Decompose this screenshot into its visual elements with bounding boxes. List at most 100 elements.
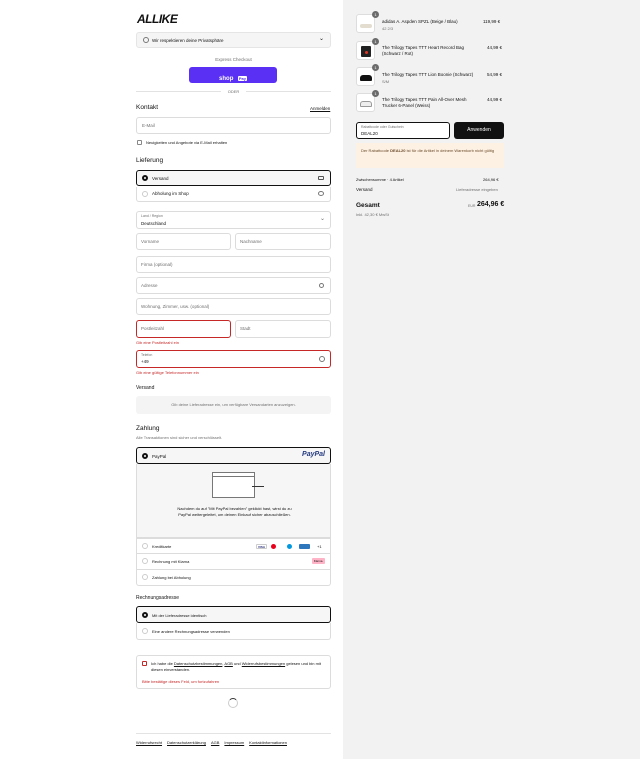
footer-link-privacy[interactable]: Datenschutzerklärung <box>167 740 206 745</box>
email-placeholder: E-Mail <box>142 123 155 128</box>
total-value: 264,96 € <box>477 201 505 208</box>
cards-more: +1 <box>317 544 322 549</box>
phone-label: Telefon <box>141 353 153 357</box>
address2-field[interactable]: Wohnung, Zimmer, usw. (optional) <box>136 298 331 315</box>
radio-selected[interactable] <box>142 612 148 618</box>
product-price: 119,99 € <box>483 19 501 24</box>
contact-title: Kontakt <box>136 104 159 111</box>
product-price: 44,99 € <box>487 97 503 102</box>
country-select[interactable]: Land / Region Deutschland ⌄ <box>136 211 331 229</box>
or-label: ODER <box>227 89 240 94</box>
payment-option-pickup[interactable]: Zahlung bei Abholung <box>136 570 331 586</box>
agb-link[interactable]: AGB <box>224 661 232 666</box>
city-field[interactable]: Stadt <box>235 320 331 338</box>
subtotal-value: 264,96 € <box>483 177 499 182</box>
divider <box>136 91 221 92</box>
terms-prefix: Ich habe die <box>151 661 174 666</box>
billing-option-other[interactable]: Eine andere Rechnungsadresse verwenden <box>136 623 331 640</box>
shipping-label: Versand <box>356 187 373 192</box>
product-name: adidas A. Aspden SPZL (Beige / Blau) <box>382 19 458 24</box>
footer-link-imprint[interactable]: Impressum <box>224 740 244 745</box>
klarna-label: Rechnung mit Klarna <box>152 559 190 564</box>
footer-link-agb[interactable]: AGB <box>211 740 219 745</box>
radio-unselected[interactable] <box>142 574 148 580</box>
first-name-field[interactable]: Vorname <box>136 233 231 250</box>
help-icon[interactable] <box>319 356 325 362</box>
email-field[interactable]: E-Mail <box>136 117 331 134</box>
quantity-badge: 1 <box>372 11 379 18</box>
delivery-option-shipping[interactable]: Versand <box>136 170 331 186</box>
amex-icon <box>299 544 310 549</box>
subtotal-label: Zwischensumme · 4 Artikel <box>356 177 404 182</box>
discount-field[interactable]: Rabattcode oder Gutschein DEAL20 <box>356 122 450 139</box>
withdrawal-link[interactable]: Widerrufsbestimmungen <box>242 661 285 666</box>
company-field[interactable]: Firma (optional) <box>136 256 331 273</box>
payment-option-card[interactable]: Kreditkarte VISA +1 <box>136 538 331 554</box>
discount-label: Rabattcode oder Gutschein <box>361 125 404 129</box>
billing-option-same[interactable]: Mit der Lieferadresse identisch <box>136 606 331 623</box>
radio-unselected[interactable] <box>142 628 148 634</box>
address2-placeholder: Wohnung, Zimmer, usw. (optional) <box>141 304 210 309</box>
billing-title: Rechnungsadresse <box>136 595 180 601</box>
payment-option-paypal[interactable]: PayPal PayPal <box>136 447 331 464</box>
quantity-badge: 1 <box>372 38 379 45</box>
last-name-field[interactable]: Nachname <box>235 233 331 250</box>
paypal-option-label: PayPal <box>152 454 167 459</box>
truck-icon <box>318 176 324 180</box>
klarna-icon: Klarna. <box>312 558 325 564</box>
shipping-value: Lieferadresse eingeben <box>456 187 498 192</box>
login-link[interactable]: Anmelden <box>310 106 330 111</box>
billing-other-label: Eine andere Rechnungsadresse verwenden <box>152 629 230 634</box>
delivery-option-pickup[interactable]: Abholung im Shop <box>136 187 331 202</box>
shop-pay-text: shop <box>219 76 234 82</box>
quantity-badge: 1 <box>372 90 379 97</box>
brand-logo[interactable]: ALLIKE <box>137 12 178 26</box>
maestro-icon <box>287 544 292 549</box>
payment-option-klarna[interactable]: Rechnung mit Klarna Klarna. <box>136 554 331 570</box>
radio-unselected[interactable] <box>142 543 148 549</box>
apply-discount-button[interactable]: Anwenden <box>454 122 504 139</box>
privacy-link[interactable]: Datenschutzbestimmungen <box>174 661 222 666</box>
privacy-banner[interactable]: Wir respektieren deine Privatsphäre ⌄ <box>136 32 331 48</box>
footer-link-withdrawal[interactable]: Widerrufsrecht <box>136 740 162 745</box>
radio-selected[interactable] <box>142 175 148 181</box>
radio-selected[interactable] <box>142 453 148 459</box>
express-checkout-label: Express Checkout <box>215 57 252 62</box>
terms-text: Ich habe die Datenschutzbestimmungen, AG… <box>151 661 327 673</box>
zip-field[interactable]: Postleitzahl <box>136 320 231 338</box>
newsletter-checkbox[interactable] <box>137 140 142 145</box>
payment-subtitle: Alle Transaktionen sind sicher und versc… <box>136 435 223 440</box>
total-label: Gesamt <box>356 202 380 209</box>
radio-unselected[interactable] <box>142 191 148 197</box>
delivery-title: Lieferung <box>136 157 164 164</box>
shop-pay-badge: Pay <box>237 76 247 81</box>
notice-suffix: ist für die Artikel in deinem Warenkorb … <box>405 148 495 153</box>
privacy-banner-text: Wir respektieren deine Privatsphäre <box>152 38 224 43</box>
shipping-method-info: Gib deine Lieferadresse ein, um verfügba… <box>136 396 331 414</box>
redirect-icon <box>212 472 264 498</box>
product-price: 54,99 € <box>487 72 503 77</box>
delivery-option-label: Versand <box>152 176 169 181</box>
search-icon <box>319 283 324 288</box>
address-placeholder: Adresse <box>141 283 158 288</box>
billing-same-label: Mit der Lieferadresse identisch <box>152 613 207 618</box>
phone-value: +49 <box>141 359 149 364</box>
terms-checkbox[interactable] <box>142 661 147 666</box>
checkout-main: ALLIKE Wir respektieren deine Privatsphä… <box>0 0 343 759</box>
phone-error: Gib eine gültige Telefonnummer ein <box>136 370 199 375</box>
divider <box>246 91 331 92</box>
notice-code: DEAL20 <box>390 148 406 153</box>
address-field[interactable]: Adresse <box>136 277 331 294</box>
radio-unselected[interactable] <box>142 558 148 564</box>
mastercard-icon <box>271 544 276 549</box>
notice-prefix: Der Rabattcode <box>361 148 391 153</box>
country-value: Deutschland <box>141 221 167 226</box>
paypal-logo: PayPal <box>302 451 325 458</box>
footer-divider <box>136 733 331 734</box>
shop-pay-button[interactable]: shop Pay <box>189 67 277 83</box>
footer-link-contact[interactable]: Kontaktinformationen <box>249 740 287 745</box>
chevron-down-icon: ⌄ <box>318 36 324 42</box>
newsletter-label: Neuigkeiten und Angebote via E-Mail erha… <box>146 140 228 145</box>
phone-field[interactable]: Telefon +49 <box>136 350 331 368</box>
paypal-info-text: Nachdem du auf "Mit PayPal bezahlen" gek… <box>177 506 292 517</box>
